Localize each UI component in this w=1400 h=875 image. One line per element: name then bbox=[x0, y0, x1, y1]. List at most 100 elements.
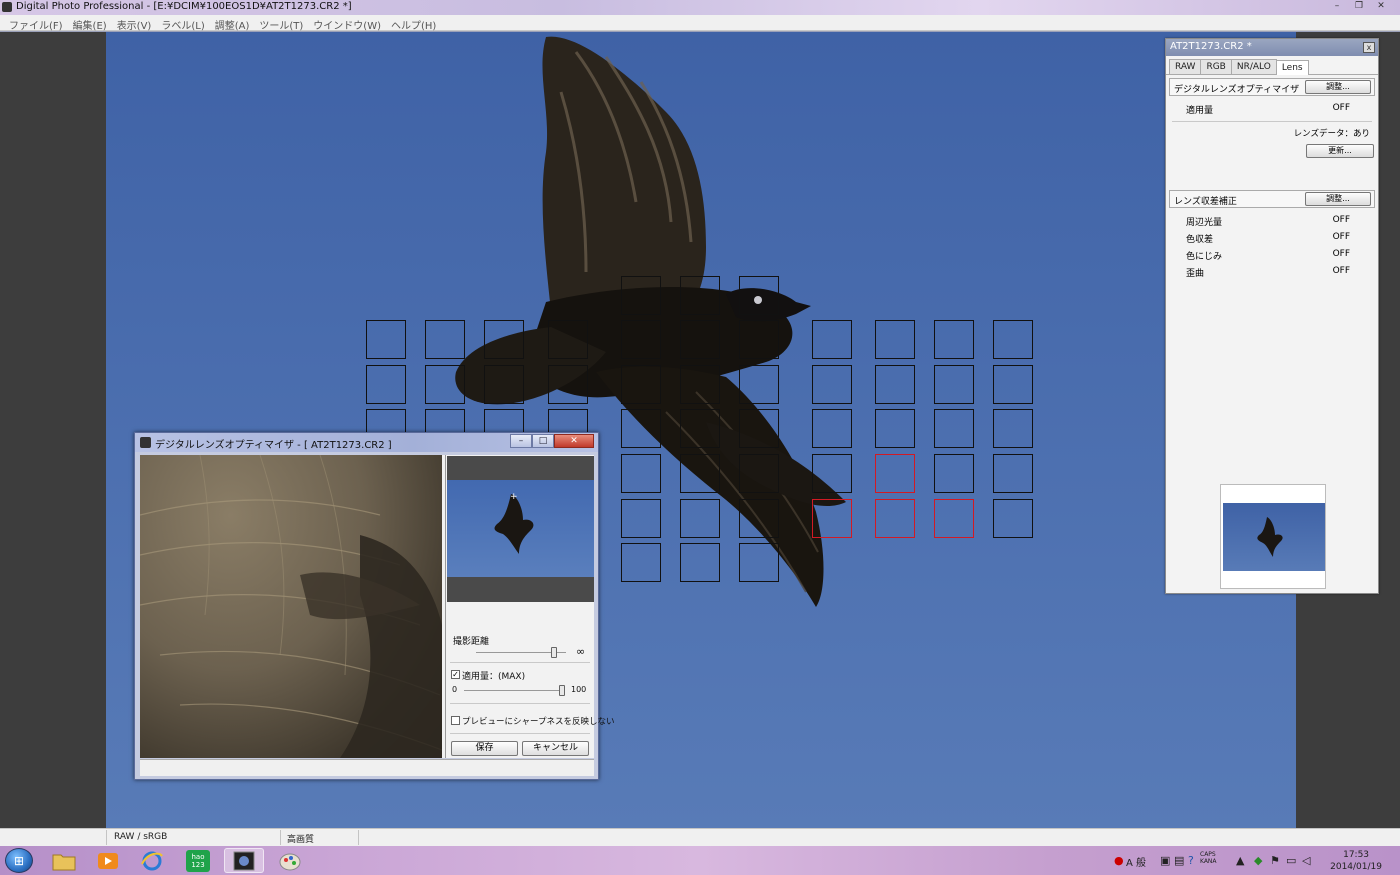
dlo-amount-row: 適用量 OFF bbox=[1166, 100, 1378, 117]
minimize-button[interactable]: – bbox=[1328, 0, 1346, 12]
distance-slider-thumb[interactable] bbox=[551, 647, 557, 658]
palette-title: AT2T1273.CR2 * bbox=[1170, 41, 1252, 52]
aberration-row-distortion: 歪曲 OFF bbox=[1166, 263, 1378, 280]
dlo-app-icon bbox=[140, 437, 151, 448]
af-point bbox=[875, 409, 915, 448]
nvidia-icon[interactable]: ◆ bbox=[1254, 854, 1262, 867]
clock[interactable]: 17:53 2014/01/19 bbox=[1330, 849, 1382, 873]
amount-max-label: 100 bbox=[571, 685, 587, 694]
af-point bbox=[680, 499, 720, 538]
af-point bbox=[739, 499, 779, 538]
af-point bbox=[812, 320, 852, 359]
divider bbox=[450, 733, 590, 734]
system-tray: ● A 般 ▣ ▤ ? CAPS KANA ▲ ◆ ⚑ ▭ ◁ 17:53 20… bbox=[1110, 846, 1400, 875]
tab-nr-alo[interactable]: NR/ALO bbox=[1230, 59, 1277, 74]
ime-tool-icon[interactable]: ▣ bbox=[1160, 854, 1170, 867]
tab-raw[interactable]: RAW bbox=[1169, 59, 1202, 74]
af-point bbox=[366, 365, 406, 404]
af-point bbox=[484, 365, 524, 404]
af-point-active bbox=[875, 454, 915, 493]
zoom-preview[interactable] bbox=[140, 455, 442, 758]
af-point bbox=[934, 320, 974, 359]
af-point-active bbox=[934, 499, 974, 538]
af-point bbox=[621, 543, 661, 582]
divider bbox=[1172, 121, 1372, 122]
feather-closeup-image bbox=[140, 455, 442, 758]
dlo-title-bar[interactable]: デジタルレンズオプティマイザ - [ AT2T1273.CR2 ] – □ ✕ bbox=[135, 433, 598, 452]
sharpness-checkbox[interactable] bbox=[451, 716, 460, 725]
af-point bbox=[934, 365, 974, 404]
flag-icon[interactable]: ⚑ bbox=[1270, 854, 1280, 867]
af-point-active bbox=[875, 499, 915, 538]
dlo-body: + 撮影距離 ∞ ✓ 適用量：(MAX) 0 100 プレビューにシャープネスを… bbox=[140, 455, 615, 758]
aberration-label: 周辺光量 bbox=[1186, 218, 1223, 228]
amount-slider-thumb[interactable] bbox=[559, 685, 565, 696]
dlo-status-bar bbox=[140, 759, 594, 776]
hao123-taskbar-button[interactable]: hao 123 bbox=[178, 848, 218, 873]
af-point bbox=[484, 320, 524, 359]
palette-close-button[interactable]: x bbox=[1363, 42, 1375, 53]
af-point bbox=[621, 499, 661, 538]
aberration-value: OFF bbox=[1332, 249, 1350, 259]
af-point bbox=[621, 276, 661, 315]
dlo-side-panel: + 撮影距離 ∞ ✓ 適用量：(MAX) 0 100 プレビューにシャープネスを… bbox=[445, 455, 615, 758]
update-lens-data-button[interactable]: 更新... bbox=[1306, 144, 1374, 158]
af-point bbox=[739, 409, 779, 448]
dlo-maximize-button[interactable]: □ bbox=[532, 434, 554, 448]
tab-rgb[interactable]: RGB bbox=[1200, 59, 1232, 74]
dlo-navigator[interactable]: + bbox=[447, 456, 594, 602]
show-hidden-icons-icon[interactable]: ▲ bbox=[1236, 854, 1244, 867]
af-point bbox=[875, 365, 915, 404]
help-icon[interactable]: ? bbox=[1188, 854, 1194, 867]
crow-navigator-thumb: + bbox=[494, 492, 534, 554]
amount-slider-track[interactable] bbox=[464, 690, 564, 691]
aberration-row-chromatic: 色収差 OFF bbox=[1166, 229, 1378, 246]
start-button[interactable]: ⊞ bbox=[5, 848, 33, 873]
caps-kana-indicator: CAPS KANA bbox=[1200, 851, 1217, 865]
amount-min-label: 0 bbox=[452, 685, 458, 694]
media-player-icon bbox=[98, 852, 118, 869]
explorer-taskbar-button[interactable] bbox=[44, 848, 84, 873]
ime-dictionary-icon[interactable]: ▤ bbox=[1174, 854, 1184, 867]
alert-icon[interactable]: ● bbox=[1114, 854, 1124, 867]
amount-checkbox[interactable]: ✓ bbox=[451, 670, 460, 679]
app-title-bar: Digital Photo Professional - [E:¥DCIM¥10… bbox=[0, 0, 1400, 15]
dlo-amount-label: 適用量 bbox=[1186, 106, 1214, 116]
ime-indicator[interactable]: A 般 bbox=[1126, 854, 1146, 869]
cancel-button[interactable]: キャンセル bbox=[522, 741, 589, 756]
dlo-close-button[interactable]: ✕ bbox=[554, 434, 594, 448]
af-point bbox=[739, 454, 779, 493]
aberration-adjust-button[interactable]: 調整... bbox=[1305, 192, 1371, 206]
save-button[interactable]: 保存 bbox=[451, 741, 518, 756]
sharpness-checkbox-label: プレビューにシャープネスを反映しない bbox=[462, 717, 615, 727]
media-player-taskbar-button[interactable] bbox=[88, 848, 128, 873]
dpp-icon bbox=[233, 851, 255, 870]
dlo-adjust-button[interactable]: 調整... bbox=[1305, 80, 1371, 94]
paint-taskbar-button[interactable] bbox=[270, 848, 310, 873]
network-icon[interactable]: ▭ bbox=[1286, 854, 1296, 867]
aberration-value: OFF bbox=[1332, 266, 1350, 276]
amount-checkbox-label: 適用量：(MAX) bbox=[462, 672, 526, 682]
aberration-label: 色にじみ bbox=[1186, 252, 1223, 262]
af-point bbox=[934, 454, 974, 493]
dlo-section-label: デジタルレンズオプティマイザ bbox=[1174, 85, 1300, 95]
tab-lens[interactable]: Lens bbox=[1275, 60, 1309, 75]
clock-date: 2014/01/19 bbox=[1330, 862, 1382, 872]
palette-navigator[interactable] bbox=[1220, 484, 1326, 589]
af-point bbox=[621, 409, 661, 448]
palette-title-bar[interactable]: AT2T1273.CR2 * x bbox=[1166, 39, 1378, 56]
af-point bbox=[739, 365, 779, 404]
af-point bbox=[812, 454, 852, 493]
internet-explorer-taskbar-button[interactable] bbox=[132, 848, 172, 873]
clock-time: 17:53 bbox=[1343, 850, 1370, 860]
restore-button[interactable]: ❐ bbox=[1350, 0, 1368, 12]
distance-infinity-label: ∞ bbox=[576, 645, 586, 658]
dlo-dialog-title: デジタルレンズオプティマイザ - [ AT2T1273.CR2 ] bbox=[155, 440, 392, 451]
paint-icon bbox=[279, 853, 301, 870]
aberration-row-peripheral: 周辺光量 OFF bbox=[1166, 212, 1378, 229]
volume-icon[interactable]: ◁ bbox=[1302, 854, 1310, 867]
close-button[interactable]: ✕ bbox=[1372, 0, 1390, 12]
dlo-minimize-button[interactable]: – bbox=[510, 434, 532, 448]
hao123-icon: hao 123 bbox=[186, 849, 210, 872]
dpp-taskbar-button[interactable] bbox=[224, 848, 264, 873]
